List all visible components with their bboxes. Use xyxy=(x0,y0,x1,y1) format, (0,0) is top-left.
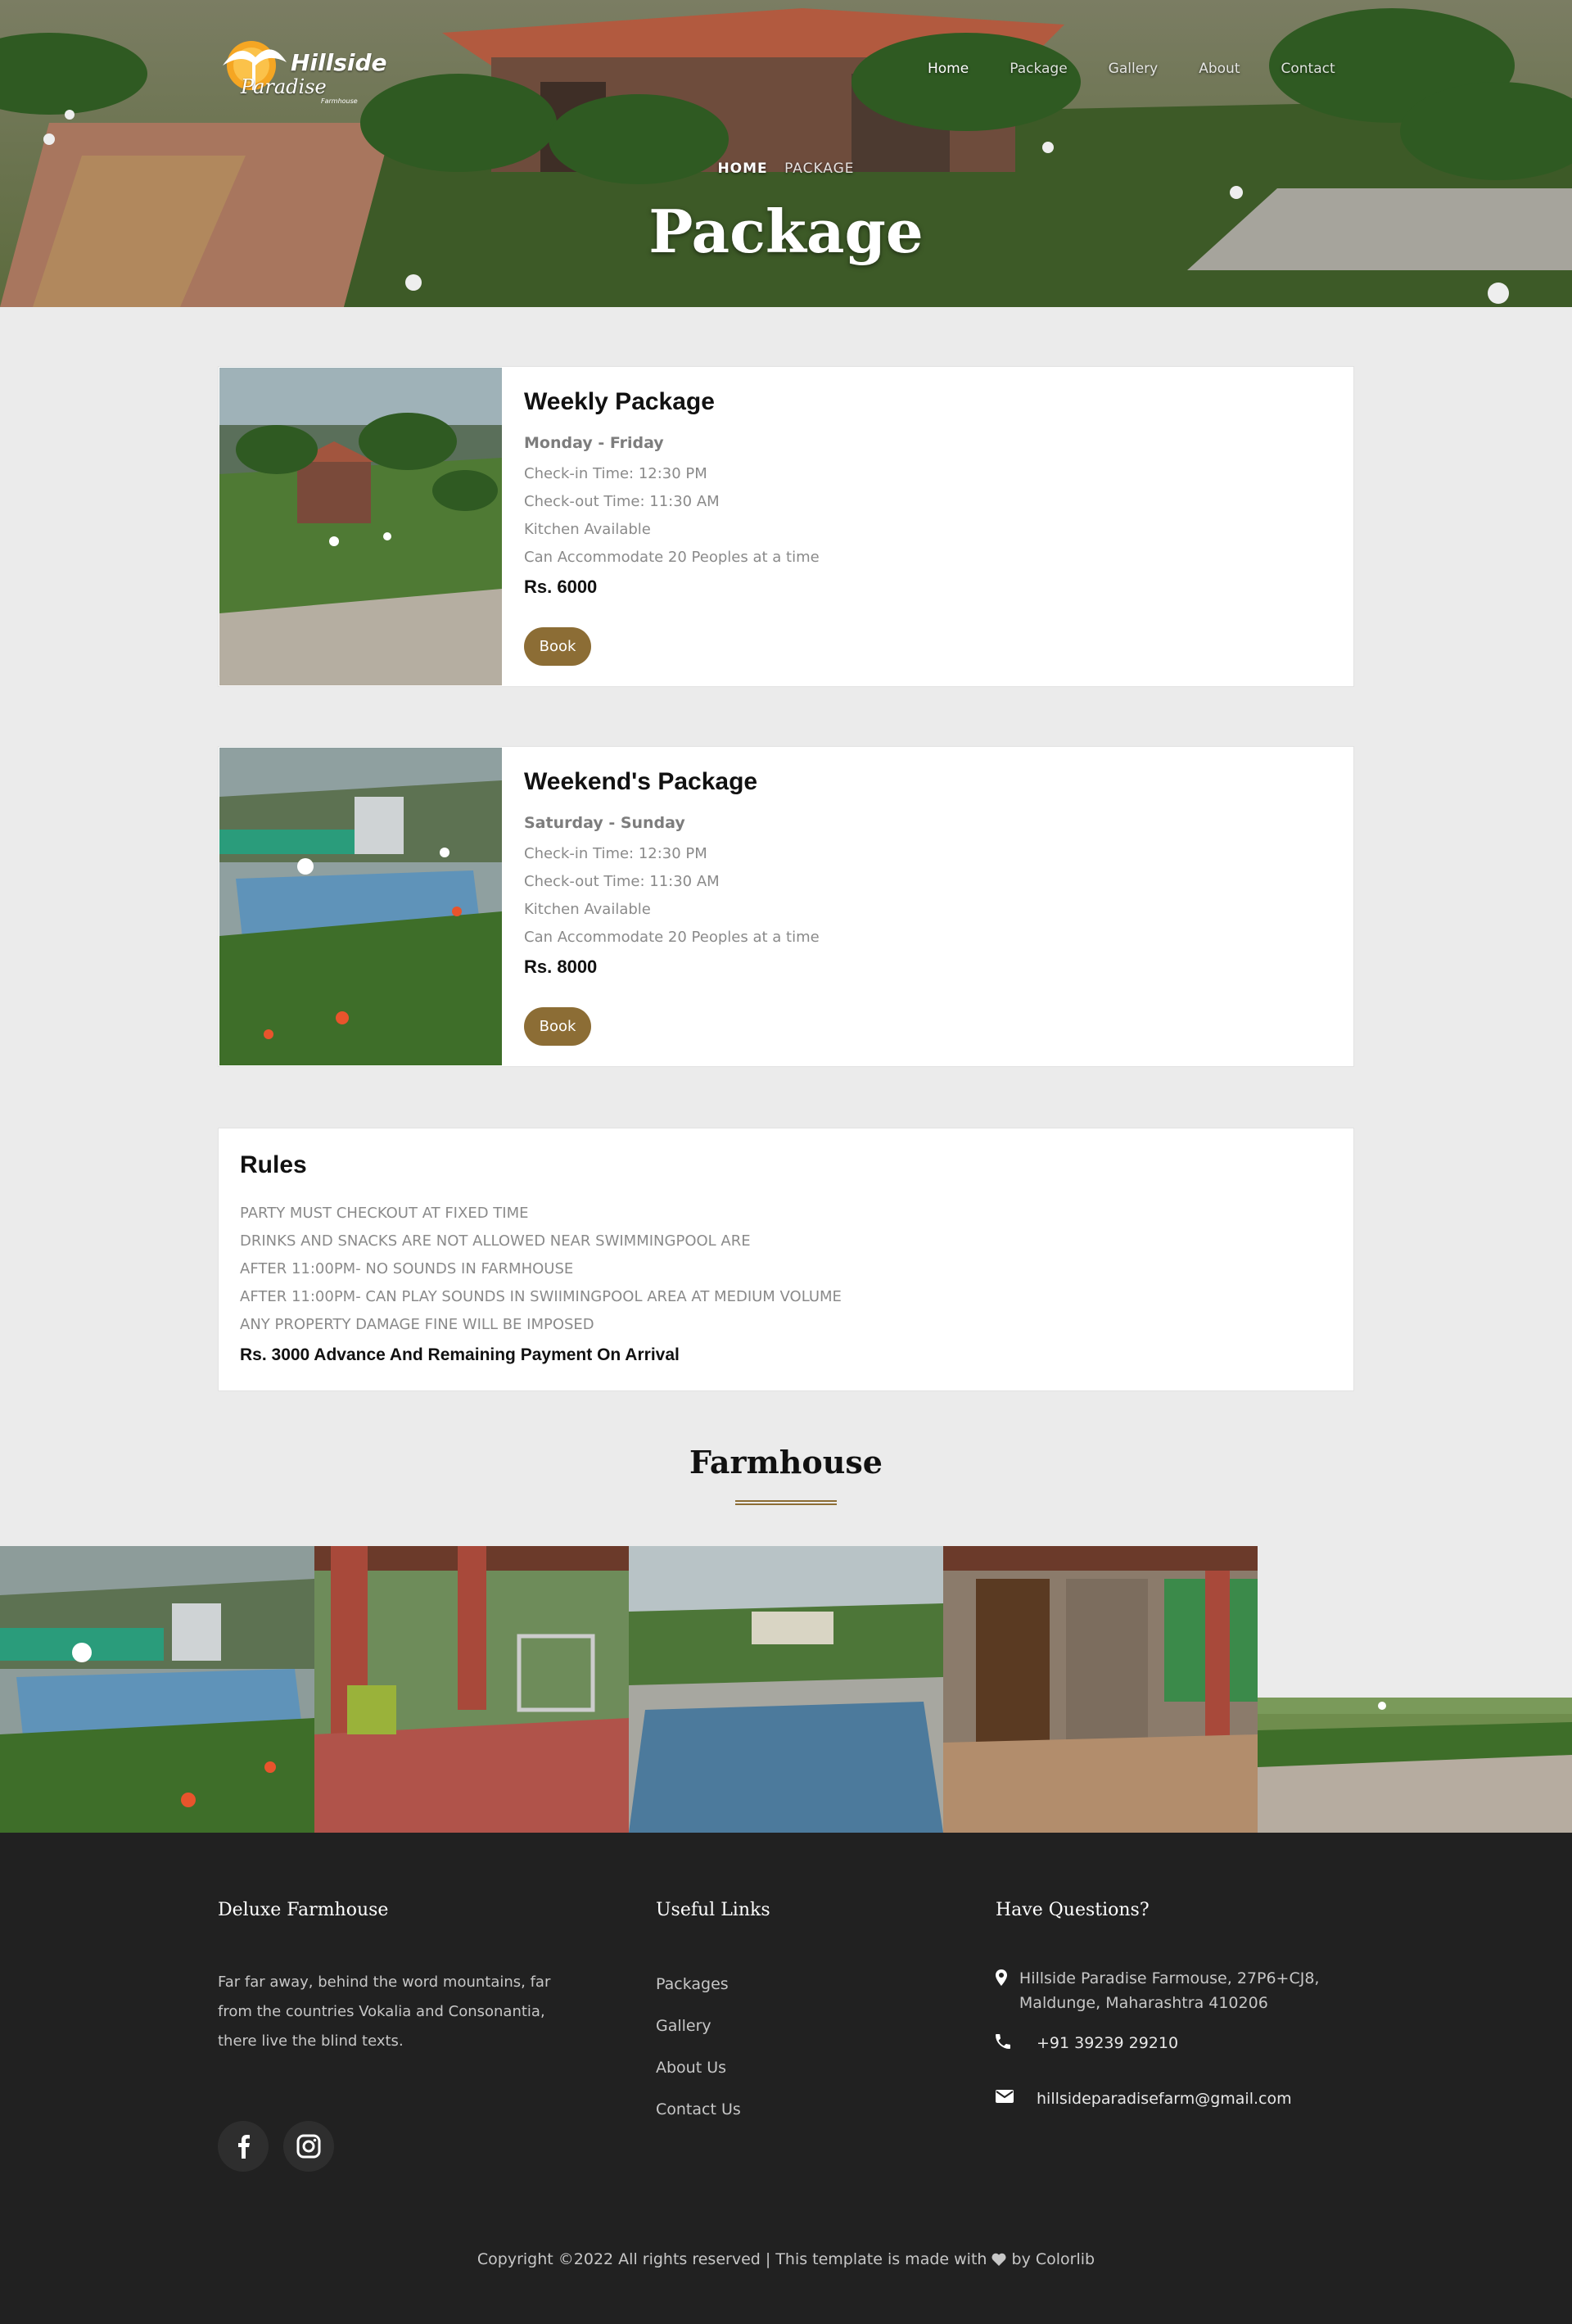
footer-about-title: Deluxe Farmhouse xyxy=(218,1900,389,1920)
phone-icon xyxy=(996,2031,1037,2052)
nav-contact[interactable]: Contact xyxy=(1281,61,1335,77)
rules-title: Rules xyxy=(240,1151,307,1178)
title-divider xyxy=(735,1500,837,1505)
gallery-image-lawn[interactable] xyxy=(1258,1698,1572,1833)
copyright-text: Copyright ©2022 All rights reserved | Th… xyxy=(477,2250,987,2268)
breadcrumb: HOME PACKAGE xyxy=(0,161,1572,177)
phone-text: +91 39239 29210 xyxy=(1037,2034,1179,2052)
hero-banner: Hillside Paradise Farmhouse Home Package… xyxy=(0,0,1572,307)
kitchen-info: Kitchen Available xyxy=(524,521,651,538)
nav-home[interactable]: Home xyxy=(928,61,969,77)
capacity-info: Can Accommodate 20 Peoples at a time xyxy=(524,929,820,946)
footer-link-contact[interactable]: Contact Us xyxy=(656,2100,741,2118)
envelope-icon xyxy=(996,2087,1037,2106)
farmhouse-gallery xyxy=(0,1546,1572,1833)
instagram-link[interactable] xyxy=(283,2121,334,2172)
map-marker-icon xyxy=(996,1966,1019,1989)
footer-links-title: Useful Links xyxy=(656,1900,770,1920)
breadcrumb-home[interactable]: HOME xyxy=(717,161,767,177)
contact-phone[interactable]: +91 39239 29210 xyxy=(996,2031,1178,2055)
copyright-credit[interactable]: by Colorlib xyxy=(1012,2250,1095,2268)
footer-about-text: Far far away, behind the word mountains,… xyxy=(218,1974,551,2050)
checkout-time: Check-out Time: 11:30 AM xyxy=(524,493,720,510)
package-price: Rs. 6000 xyxy=(524,576,598,597)
package-card-weekly: Weekly Package Monday - Friday Check-in … xyxy=(218,366,1354,687)
gallery-image-verandah[interactable] xyxy=(943,1546,1258,1833)
gallery-image-pool-garden[interactable] xyxy=(629,1546,943,1833)
footer-link-packages[interactable]: Packages xyxy=(656,1975,729,1993)
kitchen-info: Kitchen Available xyxy=(524,901,651,918)
instagram-icon xyxy=(296,2134,321,2159)
capacity-info: Can Accommodate 20 Peoples at a time xyxy=(524,549,820,566)
brand-sub: Farmhouse xyxy=(321,97,358,105)
page-title: Package xyxy=(648,197,924,266)
brand-logo[interactable]: Hillside Paradise Farmhouse xyxy=(215,33,387,106)
email-text: hillsideparadisefarm@gmail.com xyxy=(1037,2090,1292,2108)
rule-item: AFTER 11:00PM- CAN PLAY SOUNDS IN SWIIMI… xyxy=(240,1288,842,1305)
footer-link-about[interactable]: About Us xyxy=(656,2059,726,2077)
book-button[interactable]: Book xyxy=(524,1007,591,1046)
rule-item: AFTER 11:00PM- NO SOUNDS IN FARMHOUSE xyxy=(240,1260,574,1277)
rule-item: PARTY MUST CHECKOUT AT FIXED TIME xyxy=(240,1205,529,1222)
site-footer: Deluxe Farmhouse Far far away, behind th… xyxy=(0,1833,1572,2324)
nav-about[interactable]: About xyxy=(1199,61,1240,77)
footer-contact-title: Have Questions? xyxy=(996,1900,1150,1920)
package-days: Saturday - Sunday xyxy=(524,814,685,832)
package-title: Weekly Package xyxy=(524,388,715,415)
contact-email[interactable]: hillsideparadisefarm@gmail.com xyxy=(996,2087,1292,2111)
contact-address: Hillside Paradise Farmouse, 27P6+CJ8, Ma… xyxy=(996,1966,1339,2015)
footer-links: Packages Gallery About Us Contact Us xyxy=(656,1975,741,2142)
facebook-link[interactable] xyxy=(218,2121,269,2172)
nav-package[interactable]: Package xyxy=(1010,61,1067,77)
package-details: Weekly Package Monday - Friday Check-in … xyxy=(524,388,1337,598)
address-text: Hillside Paradise Farmouse, 27P6+CJ8, Ma… xyxy=(1019,1969,1320,2012)
rules-card: Rules PARTY MUST CHECKOUT AT FIXED TIME … xyxy=(218,1128,1354,1391)
footer-link-gallery[interactable]: Gallery xyxy=(656,2017,711,2035)
checkout-time: Check-out Time: 11:30 AM xyxy=(524,873,720,890)
gallery-image-patio[interactable] xyxy=(314,1546,629,1833)
package-price: Rs. 8000 xyxy=(524,956,598,977)
package-card-weekend: Weekend's Package Saturday - Sunday Chec… xyxy=(218,746,1354,1067)
package-days: Monday - Friday xyxy=(524,434,664,452)
checkin-time: Check-in Time: 12:30 PM xyxy=(524,845,707,862)
book-button[interactable]: Book xyxy=(524,627,591,666)
gallery-title: Farmhouse xyxy=(689,1444,883,1481)
package-image-weekly xyxy=(219,368,502,685)
advance-payment-note: Rs. 3000 Advance And Remaining Payment O… xyxy=(240,1345,680,1364)
rules-list: PARTY MUST CHECKOUT AT FIXED TIME DRINKS… xyxy=(240,1200,842,1339)
nav-gallery[interactable]: Gallery xyxy=(1109,61,1159,77)
brand-name: Hillside xyxy=(291,49,387,76)
package-title: Weekend's Package xyxy=(524,768,758,795)
gallery-image-pool[interactable] xyxy=(0,1546,314,1833)
brand-script: Paradise xyxy=(241,75,327,98)
package-details: Weekend's Package Saturday - Sunday Chec… xyxy=(524,768,1337,978)
rule-item: DRINKS AND SNACKS ARE NOT ALLOWED NEAR S… xyxy=(240,1232,751,1250)
heart-icon xyxy=(992,2250,1011,2268)
main-nav: Home Package Gallery About Contact xyxy=(928,61,1376,77)
breadcrumb-current: PACKAGE xyxy=(784,161,855,177)
package-image-weekend xyxy=(219,748,502,1065)
rule-item: ANY PROPERTY DAMAGE FINE WILL BE IMPOSED xyxy=(240,1316,594,1333)
facebook-icon xyxy=(238,2135,250,2159)
copyright: Copyright ©2022 All rights reserved | Th… xyxy=(0,2250,1572,2268)
checkin-time: Check-in Time: 12:30 PM xyxy=(524,465,707,482)
